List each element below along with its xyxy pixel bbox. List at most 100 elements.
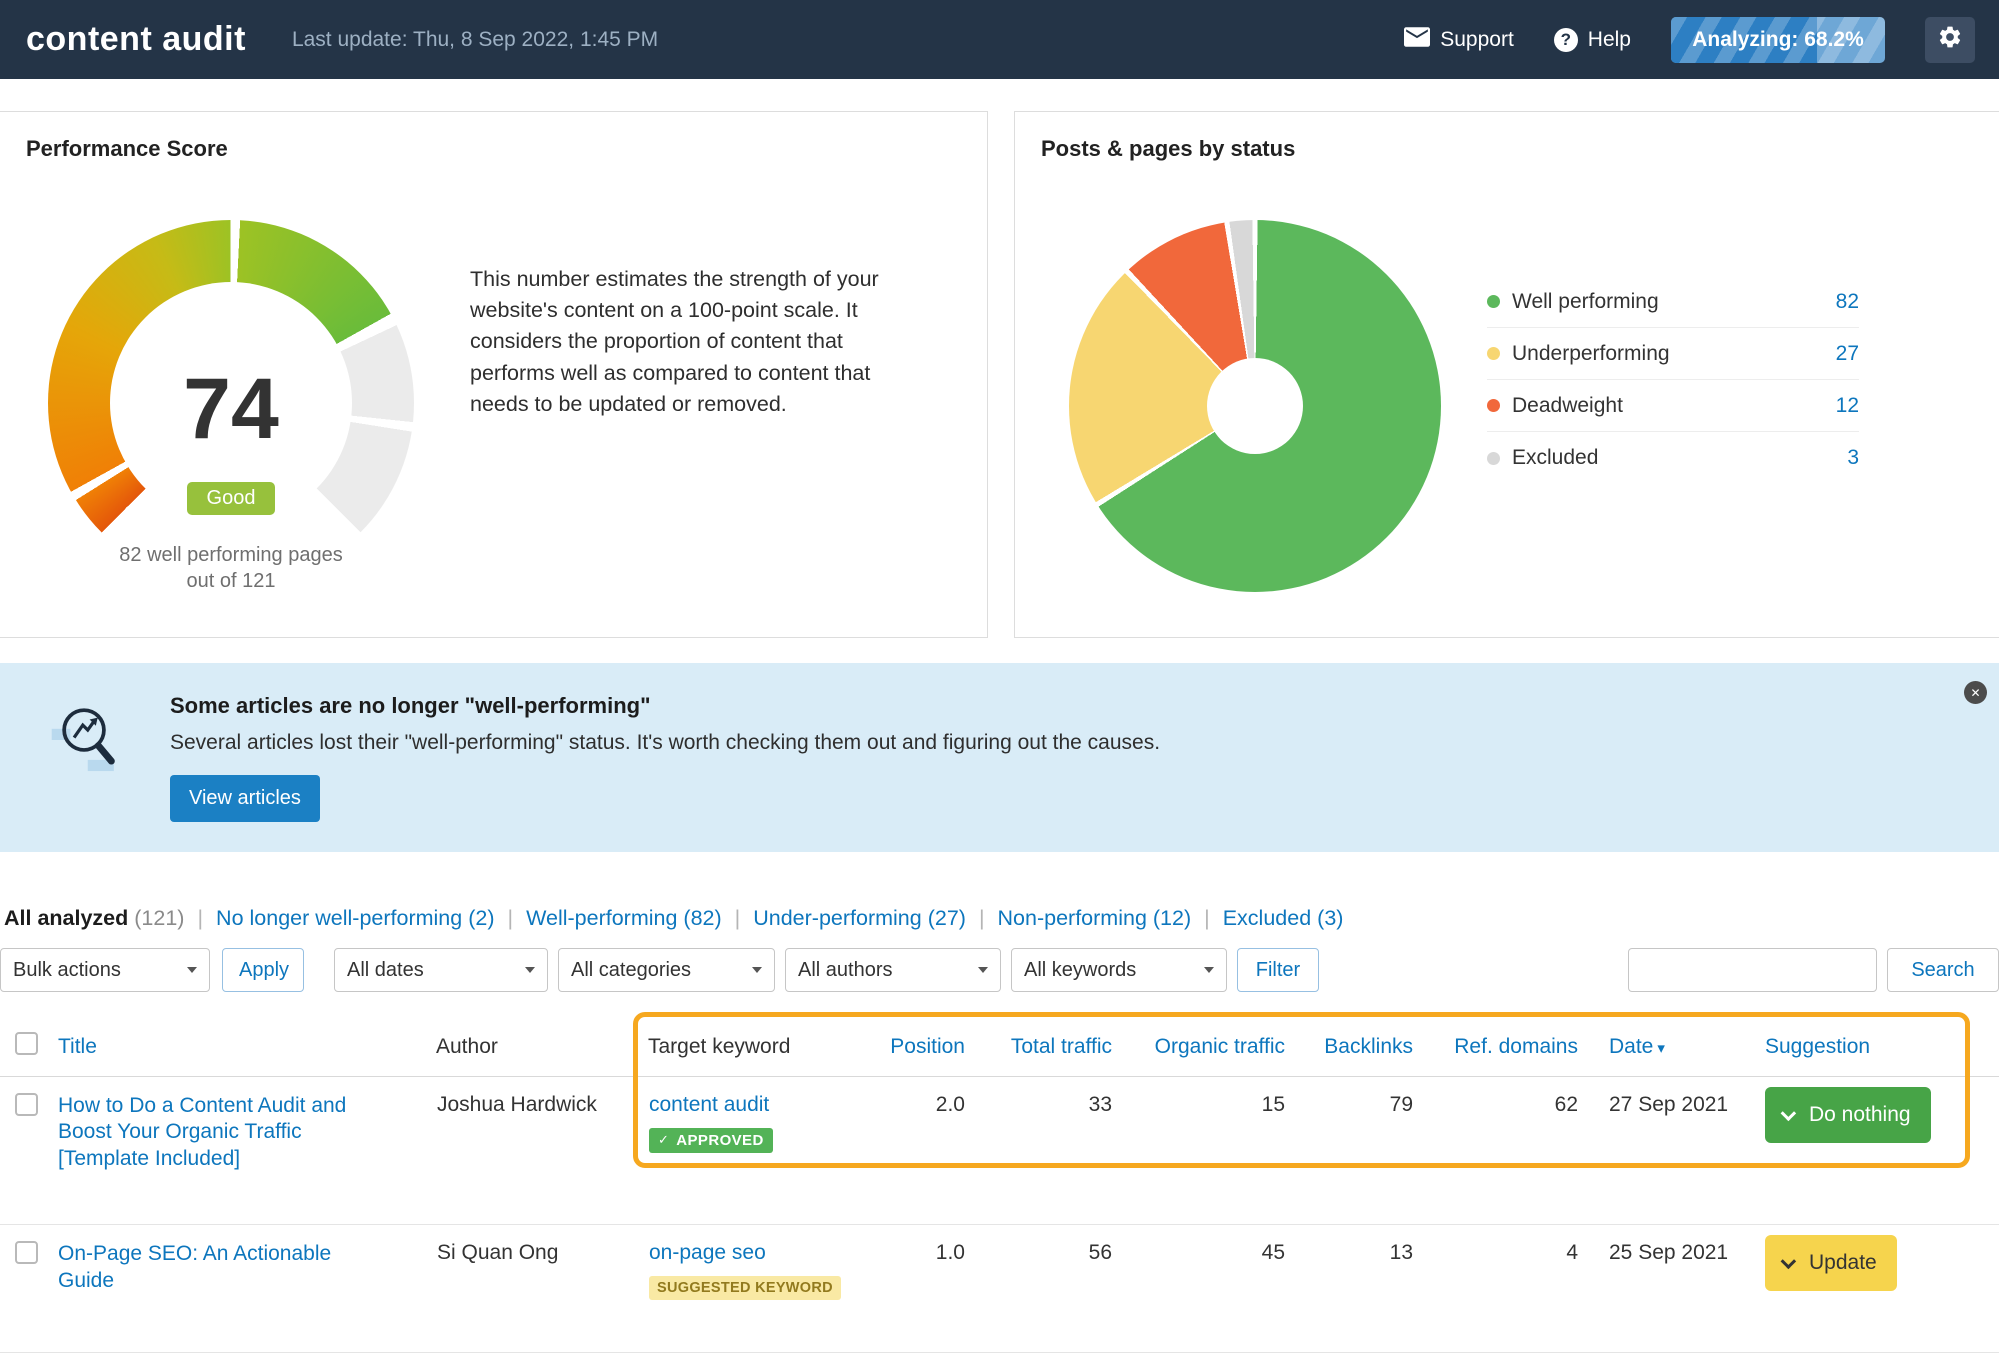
apply-button[interactable]: Apply [222, 948, 304, 992]
suggested-keyword-badge: SUGGESTED KEYWORD [649, 1276, 841, 1301]
performance-score-caption: 82 well performing pages out of 121 [119, 544, 343, 593]
legend-row-underperforming: Underperforming 27 [1487, 328, 1859, 380]
chevron-down-icon [187, 967, 197, 973]
filter-button[interactable]: Filter [1237, 948, 1319, 992]
suggestion-button[interactable]: Update [1765, 1235, 1897, 1292]
analyzing-progress-button[interactable]: Analyzing: 68.2% [1671, 16, 1885, 63]
ref-domains-cell: 4 [1421, 1224, 1586, 1353]
authors-select[interactable]: All authors [785, 948, 1001, 992]
banner-title: Some articles are no longer "well-perfor… [170, 693, 651, 718]
legend-row-well-performing: Well performing 82 [1487, 276, 1859, 328]
column-header-title[interactable]: Title [44, 1020, 436, 1077]
tab-under-performing[interactable]: Under-performing (27) [753, 906, 966, 931]
keywords-select[interactable]: All keywords [1011, 948, 1227, 992]
column-header-ref-domains[interactable]: Ref. domains [1421, 1020, 1586, 1077]
settings-button[interactable] [1925, 16, 1975, 63]
table-row: On-Page SEO: An Actionable Guide Si Quan… [0, 1224, 1999, 1353]
status-legend: Well performing 82 Underperforming 27 De… [1487, 276, 1859, 484]
target-keyword-link[interactable]: content audit [649, 1093, 769, 1116]
column-header-backlinks[interactable]: Backlinks [1293, 1020, 1421, 1077]
table-row: How to Do a Content Audit and Boost Your… [0, 1076, 1999, 1226]
ref-domains-cell: 62 [1421, 1076, 1586, 1226]
tab-well-performing[interactable]: Well-performing (82) [526, 906, 722, 931]
total-traffic-cell: 56 [973, 1224, 1120, 1353]
performance-score-card: Performance Score 74 Good 82 well perfor… [0, 111, 988, 638]
legend-row-excluded: Excluded 3 [1487, 432, 1859, 484]
position-cell: 2.0 [860, 1076, 973, 1226]
organic-traffic-cell: 45 [1120, 1224, 1293, 1353]
view-articles-button[interactable]: View articles [170, 775, 320, 822]
categories-select[interactable]: All categories [558, 948, 775, 992]
article-title-link[interactable]: On-Page SEO: An Actionable Guide [58, 1241, 358, 1294]
question-icon: ? [1553, 27, 1578, 52]
position-cell: 1.0 [860, 1224, 973, 1353]
author-cell: Joshua Hardwick [436, 1076, 648, 1226]
content-table-section: Title Author Target keyword Position Tot… [0, 1012, 1999, 1353]
envelope-icon [1404, 26, 1431, 53]
approved-badge: ✓ APPROVED [649, 1127, 773, 1153]
column-header-suggestion[interactable]: Suggestion [1749, 1020, 1999, 1077]
search-input[interactable] [1628, 948, 1877, 992]
summary-cards: Performance Score 74 Good 82 well perfor… [0, 111, 1999, 638]
app-logo: content audit [26, 20, 246, 58]
select-all-checkbox[interactable] [15, 1032, 38, 1055]
status-card-title: Posts & pages by status [1041, 136, 1296, 161]
sort-desc-icon: ▾ [1657, 1039, 1665, 1057]
tab-no-longer-well-performing[interactable]: No longer well-performing (2) [216, 906, 494, 931]
chevron-down-icon [1204, 967, 1214, 973]
bulk-actions-select[interactable]: Bulk actions [0, 948, 210, 992]
column-header-total-traffic[interactable]: Total traffic [973, 1020, 1120, 1077]
legend-dot [1487, 399, 1500, 412]
total-traffic-cell: 33 [973, 1076, 1120, 1226]
date-cell: 25 Sep 2021 [1586, 1224, 1749, 1353]
tab-excluded[interactable]: Excluded (3) [1223, 906, 1344, 931]
tab-all-analyzed[interactable]: All analyzed (121) [4, 906, 184, 931]
legend-dot [1487, 451, 1500, 465]
last-update-text: Last update: Thu, 8 Sep 2022, 1:45 PM [291, 27, 659, 51]
target-keyword-link[interactable]: on-page seo [649, 1241, 766, 1264]
performance-score-badge: Good [186, 482, 276, 515]
close-icon[interactable]: ✕ [1964, 681, 1987, 704]
tab-non-performing[interactable]: Non-performing (12) [998, 906, 1192, 931]
row-checkbox[interactable] [15, 1241, 38, 1265]
support-link[interactable]: Support [1404, 26, 1514, 53]
chevron-down-icon [1780, 1105, 1797, 1121]
table-controls: Bulk actions Apply All dates All categor… [0, 948, 1999, 992]
top-navbar: content audit Last update: Thu, 8 Sep 20… [0, 0, 1999, 79]
status-breakdown-card: Posts & pages by status Well performing … [1014, 111, 1999, 638]
date-cell: 27 Sep 2021 [1586, 1076, 1749, 1226]
banner-body: Several articles lost their "well-perfor… [170, 731, 1161, 754]
row-checkbox[interactable] [15, 1093, 38, 1116]
status-filter-tabs: All analyzed (121) | No longer well-perf… [4, 906, 1344, 931]
content-table: Title Author Target keyword Position Tot… [0, 1020, 1999, 1353]
column-header-date[interactable]: Date ▾ [1586, 1020, 1749, 1077]
chevron-down-icon [978, 967, 988, 973]
legend-dot [1487, 347, 1500, 360]
author-cell: Si Quan Ong [436, 1224, 648, 1353]
column-header-target-keyword: Target keyword [648, 1020, 860, 1077]
organic-traffic-cell: 15 [1120, 1076, 1293, 1226]
backlinks-cell: 13 [1293, 1224, 1421, 1353]
search-button[interactable]: Search [1887, 948, 1999, 992]
status-donut-chart [1069, 220, 1441, 592]
magnifier-trend-icon [50, 699, 128, 786]
column-header-position[interactable]: Position [860, 1020, 973, 1077]
check-icon: ✓ [658, 1132, 670, 1147]
column-header-author: Author [436, 1020, 648, 1077]
suggestion-button[interactable]: Do nothing [1765, 1087, 1931, 1143]
dates-select[interactable]: All dates [334, 948, 548, 992]
legend-dot [1487, 295, 1500, 308]
column-header-organic-traffic[interactable]: Organic traffic [1120, 1020, 1293, 1077]
performance-score-value: 74 [183, 361, 279, 457]
legend-row-deadweight: Deadweight 12 [1487, 380, 1859, 432]
performance-description: This number estimates the strength of yo… [470, 267, 879, 416]
chevron-down-icon [525, 967, 535, 973]
gear-icon [1937, 24, 1963, 55]
help-link[interactable]: ? Help [1553, 27, 1631, 52]
chevron-down-icon [1780, 1253, 1797, 1270]
chevron-down-icon [752, 967, 762, 973]
table-header-row: Title Author Target keyword Position Tot… [0, 1020, 1999, 1077]
backlinks-cell: 79 [1293, 1076, 1421, 1226]
notification-banner: Some articles are no longer "well-perfor… [0, 663, 1999, 852]
article-title-link[interactable]: How to Do a Content Audit and Boost Your… [58, 1093, 358, 1172]
